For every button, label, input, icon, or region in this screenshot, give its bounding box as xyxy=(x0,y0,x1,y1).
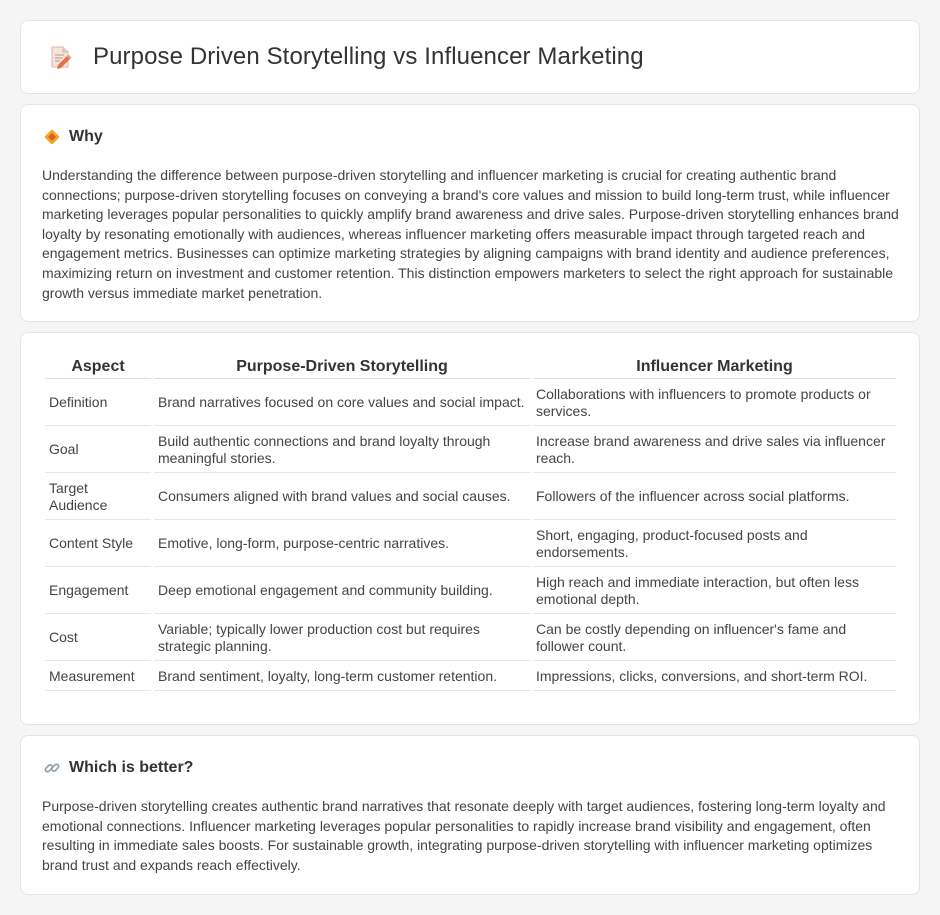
storytelling-cell: Variable; typically lower production cos… xyxy=(154,616,530,661)
table-row: Cost Variable; typically lower productio… xyxy=(45,616,896,661)
row-aspect: Measurement xyxy=(45,663,151,691)
row-aspect: Content Style xyxy=(45,522,151,567)
influencer-cell: Collaborations with influencers to promo… xyxy=(533,381,896,426)
row-aspect: Engagement xyxy=(45,569,151,614)
why-section: Why Understanding the difference between… xyxy=(20,104,920,322)
table-header-row: Aspect Purpose-Driven Storytelling Influ… xyxy=(45,355,896,379)
storytelling-cell: Build authentic connections and brand lo… xyxy=(154,428,530,473)
table-row: Goal Build authentic connections and bra… xyxy=(45,428,896,473)
influencer-cell: Short, engaging, product-focused posts a… xyxy=(533,522,896,567)
better-heading: Which is better? xyxy=(43,759,193,777)
table-row: Engagement Deep emotional engagement and… xyxy=(45,569,896,614)
table-row: Target Audience Consumers aligned with b… xyxy=(45,475,896,520)
table-row: Content Style Emotive, long-form, purpos… xyxy=(45,522,896,567)
better-text: Purpose-driven storytelling creates auth… xyxy=(42,798,886,873)
storytelling-cell: Brand narratives focused on core values … xyxy=(154,381,530,426)
row-aspect: Definition xyxy=(45,381,151,426)
header-row: Purpose Driven Storytelling vs Influence… xyxy=(21,21,919,93)
storytelling-cell: Emotive, long-form, purpose-centric narr… xyxy=(154,522,530,567)
why-title: Why xyxy=(69,128,103,145)
influencer-cell: High reach and immediate interaction, bu… xyxy=(533,569,896,614)
influencer-cell: Can be costly depending on influencer's … xyxy=(533,616,896,661)
column-header-storytelling: Purpose-Driven Storytelling xyxy=(154,355,530,379)
table-row: Definition Brand narratives focused on c… xyxy=(45,381,896,426)
table-row: Measurement Brand sentiment, loyalty, lo… xyxy=(45,663,896,691)
row-aspect: Target Audience xyxy=(45,475,151,520)
document-pen-icon xyxy=(47,44,73,70)
comparison-section: Aspect Purpose-Driven Storytelling Influ… xyxy=(20,332,920,725)
better-title: Which is better? xyxy=(69,759,194,776)
column-header-influencer: Influencer Marketing xyxy=(533,355,896,379)
diamond-sign-icon xyxy=(43,128,61,146)
page-title: Purpose Driven Storytelling vs Influence… xyxy=(93,43,644,70)
link-icon xyxy=(43,759,61,777)
comparison-table: Aspect Purpose-Driven Storytelling Influ… xyxy=(42,353,899,693)
row-aspect: Goal xyxy=(45,428,151,473)
influencer-cell: Increase brand awareness and drive sales… xyxy=(533,428,896,473)
storytelling-cell: Deep emotional engagement and community … xyxy=(154,569,530,614)
row-aspect: Cost xyxy=(45,616,151,661)
influencer-cell: Impressions, clicks, conversions, and sh… xyxy=(533,663,896,691)
storytelling-cell: Consumers aligned with brand values and … xyxy=(154,475,530,520)
storytelling-cell: Brand sentiment, loyalty, long-term cust… xyxy=(154,663,530,691)
why-text: Understanding the difference between pur… xyxy=(42,167,899,301)
why-heading: Why xyxy=(43,128,103,146)
header-card: Purpose Driven Storytelling vs Influence… xyxy=(20,20,920,94)
influencer-cell: Followers of the influencer across socia… xyxy=(533,475,896,520)
column-header-aspect: Aspect xyxy=(45,355,151,379)
which-is-better-section: Which is better? Purpose-driven storytel… xyxy=(20,735,920,895)
